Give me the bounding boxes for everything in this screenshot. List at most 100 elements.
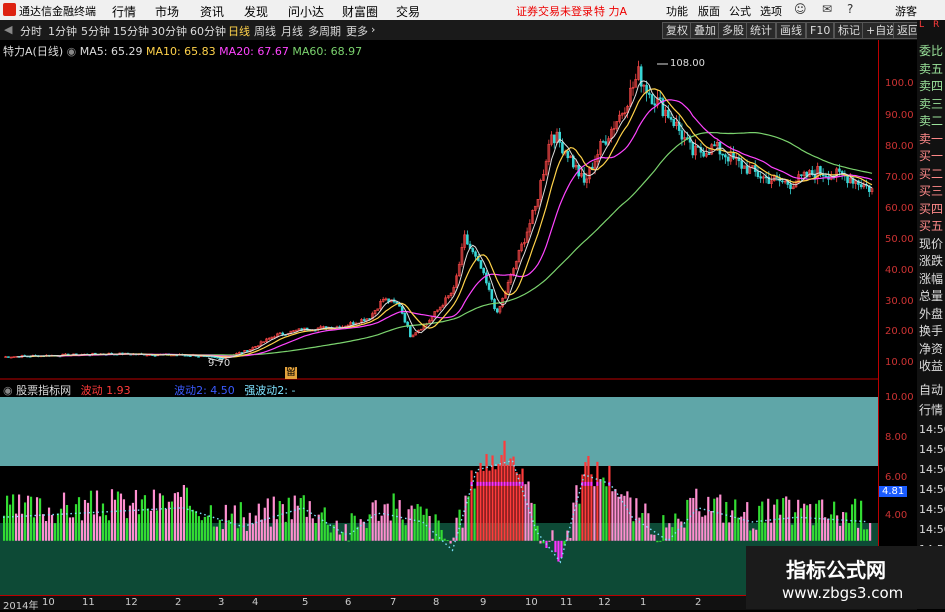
mail-icon[interactable]: ✉ bbox=[822, 2, 832, 16]
event-marker[interactable]: 留 bbox=[285, 367, 297, 379]
indicator-bar bbox=[845, 512, 848, 541]
menu-ask[interactable]: 问小达 bbox=[288, 3, 324, 20]
mark-button[interactable]: 标记 bbox=[834, 22, 864, 39]
candle-body bbox=[566, 151, 570, 159]
tab-daily[interactable]: 日线 bbox=[228, 23, 250, 39]
indicator-bar bbox=[800, 508, 803, 541]
link-options[interactable]: 选项 bbox=[760, 3, 782, 19]
indicator-bar bbox=[797, 499, 800, 541]
date-tick: 11 bbox=[560, 597, 573, 608]
ma-settings-icon[interactable]: ◉ bbox=[67, 45, 77, 58]
help-icon[interactable]: ? bbox=[847, 2, 853, 16]
indicator-bar bbox=[497, 463, 500, 541]
indicator-bar bbox=[35, 497, 39, 541]
indicator-settings-icon[interactable]: ◉ bbox=[3, 384, 13, 397]
y-tick: 50.00 bbox=[885, 234, 914, 245]
menu-trade[interactable]: 交易 bbox=[396, 3, 420, 20]
indicator-bar bbox=[419, 506, 422, 541]
service-icon[interactable]: ☺ bbox=[794, 2, 807, 16]
overlay-button[interactable]: 叠加 bbox=[690, 22, 720, 39]
period-toolbar: ◀ 分时 1分钟 5分钟 15分钟 30分钟 60分钟 日线 周线 月线 多周期… bbox=[0, 20, 945, 41]
indicator-bar bbox=[722, 522, 725, 541]
indicator-bar bbox=[551, 530, 554, 541]
indicator-bar bbox=[719, 494, 722, 541]
link-formula[interactable]: 公式 bbox=[729, 3, 751, 19]
menu-market[interactable]: 市场 bbox=[155, 3, 179, 20]
multi-stock-button[interactable]: 多股 bbox=[718, 22, 748, 39]
date-tick: 7 bbox=[390, 597, 397, 608]
indicator-bar bbox=[446, 540, 449, 542]
tab-60min[interactable]: 60分钟 bbox=[190, 23, 226, 39]
indicator-bar bbox=[641, 512, 644, 541]
side-label[interactable]: 自动 bbox=[919, 383, 943, 397]
indicator-bar bbox=[572, 502, 575, 541]
side-l-icon[interactable]: L bbox=[919, 21, 924, 30]
indicator-bar bbox=[191, 509, 194, 541]
indicator-bar bbox=[440, 529, 443, 541]
back-arrow-icon[interactable]: ◀ bbox=[4, 23, 12, 36]
indicator-bar bbox=[383, 504, 386, 541]
indicator-bar bbox=[251, 523, 254, 541]
link-layout[interactable]: 版面 bbox=[698, 3, 720, 19]
tab-monthly[interactable]: 月线 bbox=[281, 23, 303, 39]
indicator-bar bbox=[599, 479, 602, 541]
tab-30min[interactable]: 30分钟 bbox=[151, 23, 187, 39]
candle-body bbox=[859, 184, 863, 188]
menu-discover[interactable]: 发现 bbox=[244, 3, 268, 20]
f10-button[interactable]: F10 bbox=[806, 22, 835, 39]
indicator-bar bbox=[230, 513, 233, 541]
adjust-button[interactable]: 复权 bbox=[662, 22, 692, 39]
tab-15min[interactable]: 15分钟 bbox=[113, 23, 149, 39]
candle-body bbox=[189, 355, 192, 357]
more-chevron-icon[interactable]: › bbox=[371, 23, 375, 36]
stats-button[interactable]: 统计 bbox=[746, 22, 776, 39]
indicator-bar bbox=[275, 519, 278, 541]
kline-chart[interactable]: 特力A(日线) ◉ MA5: 65.29 MA10: 65.83 MA20: 6… bbox=[0, 40, 878, 380]
indicator-bar bbox=[854, 498, 857, 541]
menu-wealth[interactable]: 财富圈 bbox=[342, 3, 378, 20]
side-label: 买四 bbox=[919, 201, 944, 216]
menu-news[interactable]: 资讯 bbox=[200, 3, 224, 20]
draw-button[interactable]: 画线 bbox=[776, 22, 806, 39]
tab-5min[interactable]: 5分钟 bbox=[81, 23, 110, 39]
indicator-bar bbox=[695, 488, 698, 541]
indicator-bar bbox=[182, 484, 185, 541]
guest-label[interactable]: 游客 bbox=[895, 3, 917, 19]
indicator-bar bbox=[848, 523, 851, 541]
side-label[interactable]: 行情 bbox=[919, 403, 943, 417]
indicator-bar bbox=[263, 507, 266, 541]
indicator-bar bbox=[23, 502, 27, 541]
indicator-bar bbox=[185, 487, 188, 541]
date-tick: 12 bbox=[598, 597, 611, 608]
indicator-bar bbox=[164, 508, 168, 541]
indicator-bar bbox=[494, 469, 497, 541]
indicator-bar bbox=[5, 495, 9, 541]
link-function[interactable]: 功能 bbox=[666, 3, 688, 19]
indicator-bar bbox=[668, 523, 671, 541]
indicator-bar bbox=[524, 484, 527, 541]
indicator-bar bbox=[452, 537, 455, 541]
indicator-bar bbox=[227, 520, 230, 541]
tab-more[interactable]: 更多 bbox=[346, 23, 368, 39]
indicator-bar bbox=[587, 455, 590, 541]
menu-quotes[interactable]: 行情 bbox=[112, 3, 136, 20]
side-label: 卖二 bbox=[919, 114, 944, 128]
tab-1min[interactable]: 1分钟 bbox=[48, 23, 77, 39]
tab-multi-period[interactable]: 多周期 bbox=[308, 23, 341, 39]
candle-body bbox=[789, 184, 792, 190]
side-label: 现价 bbox=[919, 236, 944, 251]
y-tick: 20.00 bbox=[885, 326, 914, 337]
indicator-bar bbox=[209, 505, 212, 541]
indicator-bar bbox=[827, 518, 830, 541]
indicator-cap bbox=[488, 481, 491, 486]
indicator-bar bbox=[479, 462, 482, 541]
tab-time-share[interactable]: 分时 bbox=[20, 23, 42, 39]
side-r-icon[interactable]: R bbox=[933, 21, 939, 30]
side-label: 卖三 bbox=[919, 96, 944, 111]
indicator-bar bbox=[161, 495, 165, 541]
indicator-bar bbox=[743, 511, 746, 541]
tab-weekly[interactable]: 周线 bbox=[254, 23, 276, 39]
indicator-bar bbox=[179, 496, 182, 541]
indicator-cap bbox=[590, 481, 593, 486]
indicator-bar bbox=[266, 498, 269, 541]
